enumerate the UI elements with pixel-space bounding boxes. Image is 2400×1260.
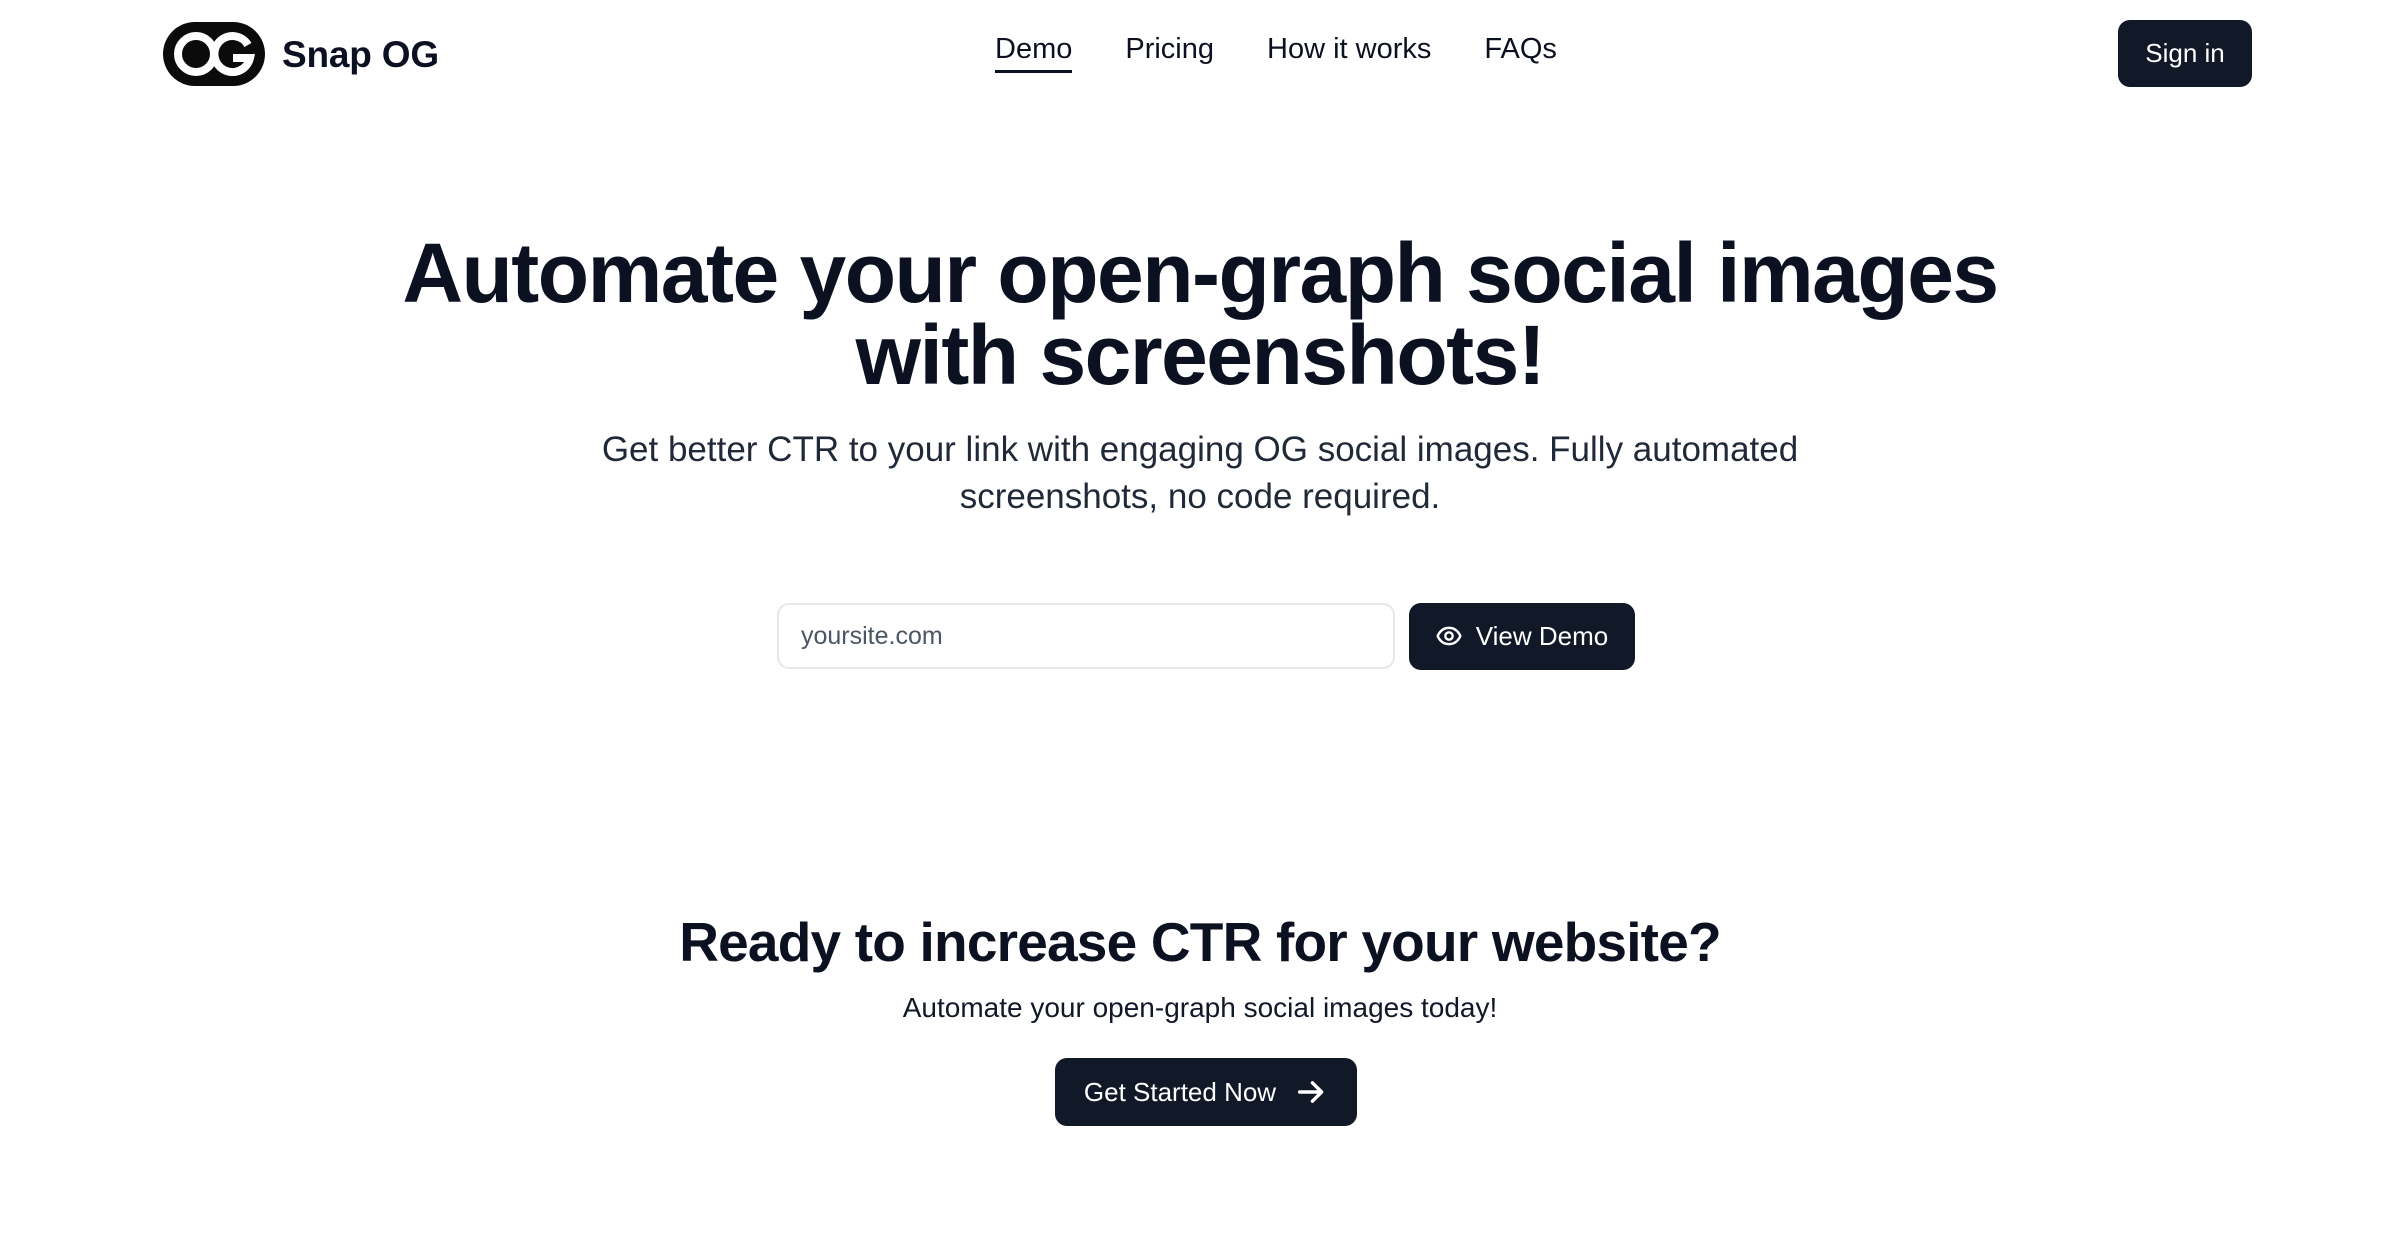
hero-subtitle: Get better CTR to your link with engagin… (560, 426, 1840, 520)
arrow-right-icon (1298, 1081, 1324, 1103)
cta-title: Ready to increase CTR for your website? (679, 911, 1721, 973)
cta-subtitle: Automate your open-graph social images t… (902, 992, 1498, 1023)
hero-title-line-1: Automate your open-graph social images (402, 226, 1999, 320)
view-demo-button[interactable]: View Demo (1409, 602, 1635, 670)
nav-demo[interactable]: Demo (995, 35, 1073, 73)
hero-title-line-2: with screenshots! (855, 308, 1546, 402)
sign-in-label: Sign in (2145, 38, 2225, 68)
main-nav: Demo Pricing How it works FAQs (995, 32, 1557, 76)
demo-form: View Demo (777, 602, 1635, 670)
landing-page: Snap OG Demo Pricing How it works FAQs S… (0, 0, 2400, 1260)
hero-title: Automate your open-graph social images w… (0, 231, 2400, 397)
website-url-input[interactable] (777, 603, 1395, 669)
hero-subtitle-line-1: Get better CTR to your link with engagin… (601, 430, 1799, 469)
brand-name: Snap OG (282, 33, 439, 75)
nav-pricing[interactable]: Pricing (1125, 35, 1214, 73)
nav-how-it-works[interactable]: How it works (1267, 35, 1431, 73)
site-header: Snap OG Demo Pricing How it works FAQs S… (0, 0, 2400, 108)
hero-subtitle-line-2: screenshots, no code required. (959, 477, 1441, 516)
eye-icon (1436, 626, 1462, 646)
og-logo-icon (163, 22, 265, 86)
get-started-label: Get Started Now (1083, 1076, 1277, 1107)
brand-logo-link[interactable]: Snap OG (163, 20, 439, 88)
nav-faqs[interactable]: FAQs (1484, 35, 1557, 73)
view-demo-label: View Demo (1475, 620, 1609, 651)
get-started-button[interactable]: Get Started Now (1055, 1058, 1357, 1126)
sign-in-button[interactable]: Sign in (2118, 20, 2252, 87)
